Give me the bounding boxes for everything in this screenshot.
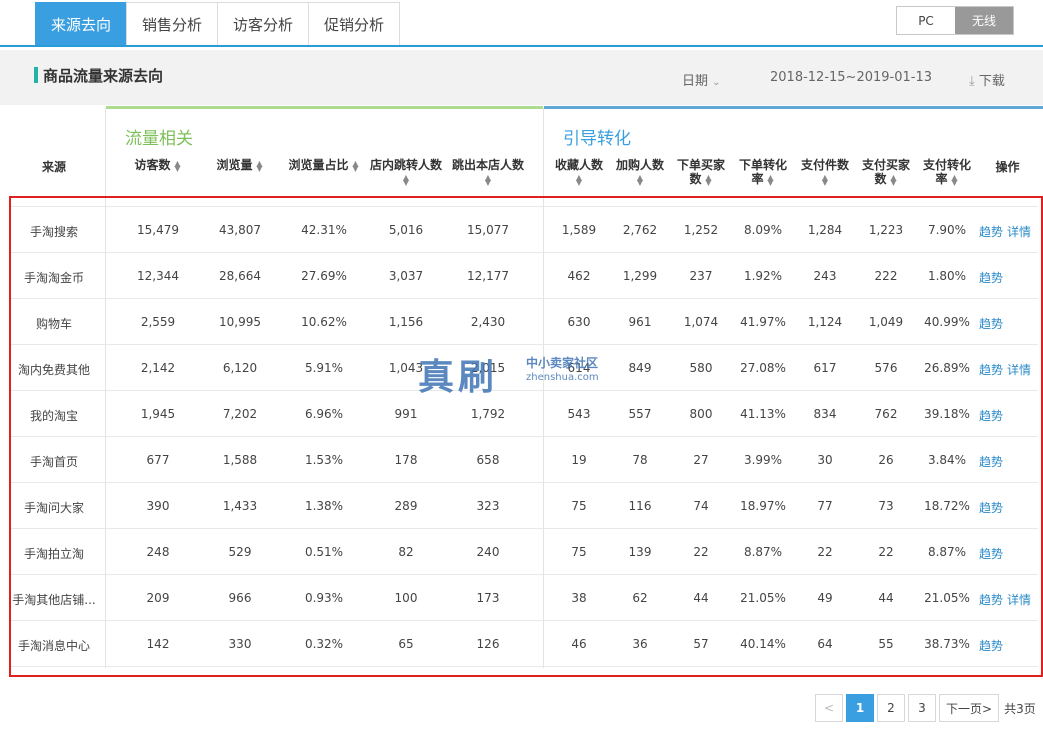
guide-group-bar (544, 106, 1043, 109)
col-order-conv-label-2: 率 (751, 172, 764, 186)
col-add-cart[interactable]: 加购人数 ▲ ▼ (610, 158, 670, 186)
download-icon: ⤓ (969, 74, 975, 89)
tab-promo-analysis[interactable]: 促销分析 (308, 2, 401, 45)
col-add-cart-label: 加购人数 (615, 158, 664, 172)
sort-icon: ▲ ▼ (575, 172, 583, 187)
watermark-big: 真刷 (418, 357, 499, 398)
col-paid-items[interactable]: 支付件数 ▲ ▼ (794, 158, 856, 186)
watermark-en: zhenshua.com (526, 372, 599, 383)
col-store-jump[interactable]: 店内跳转人数 ▲ ▼ (366, 158, 446, 186)
col-ops: 操作 (995, 160, 1020, 174)
col-visitors[interactable]: 访客数 ▲ ▼ (118, 158, 198, 172)
col-pageviews-label: 浏览量 (216, 158, 253, 172)
download-label: 下载 (978, 74, 1005, 89)
col-pv-share-label: 浏览量占比 (288, 158, 349, 172)
col-favorites-label: 收藏人数 (554, 158, 603, 172)
device-toggle: PC 无线 (896, 6, 1014, 35)
col-paid-buyers[interactable]: 支付买家数 ▲ ▼ (855, 158, 917, 186)
col-paid-conv-label-2: 率 (935, 172, 948, 186)
title-accent-bar (34, 67, 38, 83)
col-paid-buyers-label-2: 数 (874, 172, 887, 186)
tab-visitor-analysis[interactable]: 访客分析 (217, 2, 310, 45)
sort-icon: ▲ ▼ (636, 172, 644, 187)
watermark-cn: 中小卖家社区 (526, 356, 599, 370)
col-order-buyers-label: 下单买家 (676, 158, 725, 172)
page-3-button[interactable]: 3 (908, 694, 936, 722)
tab-source-flow[interactable]: 来源去向 (35, 2, 128, 45)
device-pc-button[interactable]: PC (897, 7, 955, 34)
sort-icon: ▲ ▼ (174, 158, 181, 173)
highlight-box (9, 196, 1043, 677)
sort-icon: ▲ ▼ (951, 172, 958, 187)
col-order-conv[interactable]: 下单转化率 ▲ ▼ (732, 158, 794, 186)
page-title: 商品流量来源去向 (43, 67, 164, 85)
col-order-buyers[interactable]: 下单买家数 ▲ ▼ (670, 158, 732, 186)
col-paid-items-label: 支付件数 (800, 158, 849, 172)
guide-group-label: 引导转化 (563, 129, 631, 149)
col-pv-share[interactable]: 浏览量占比 ▲ ▼ (282, 158, 366, 172)
tab-list: 来源去向 销售分析 访客分析 促销分析 (35, 2, 401, 45)
chevron-down-icon: ⌄ (712, 77, 721, 88)
flow-group-label: 流量相关 (125, 129, 193, 149)
flow-group-bar (106, 106, 543, 109)
col-favorites[interactable]: 收藏人数 ▲ ▼ (548, 158, 610, 186)
col-source: 来源 (41, 160, 66, 174)
col-order-buyers-label-2: 数 (689, 172, 702, 186)
sort-icon: ▲ ▼ (821, 172, 829, 187)
col-pageviews[interactable]: 浏览量 ▲ ▼ (200, 158, 280, 172)
pagination: < 1 2 3 下一页> 共3页 (815, 694, 1036, 722)
sort-icon: ▲ ▼ (705, 172, 712, 187)
col-order-conv-label: 下单转化 (738, 158, 787, 172)
sort-icon: ▲ ▼ (352, 158, 359, 173)
sort-icon: ▲ ▼ (890, 172, 897, 187)
watermark-logo: 真刷 中小卖家社区 zhenshua.com (418, 348, 648, 398)
device-wireless-button[interactable]: 无线 (955, 7, 1013, 34)
sort-icon: ▲ ▼ (402, 172, 410, 187)
top-tab-bar: 来源去向 销售分析 访客分析 促销分析 PC 无线 (0, 0, 1043, 47)
date-label: 日期 (682, 74, 709, 89)
col-store-jump-label: 店内跳转人数 (369, 158, 442, 172)
col-visitors-label: 访客数 (134, 158, 171, 172)
total-pages: 共3页 (1004, 701, 1036, 716)
date-range: 2018-12-15~2019-01-13 (770, 70, 932, 85)
sort-icon: ▲ ▼ (256, 158, 263, 173)
prev-page-button[interactable]: < (815, 694, 843, 722)
sort-icon: ▲ ▼ (484, 172, 492, 187)
download-button[interactable]: ⤓ 下载 (969, 70, 1005, 89)
col-exit-label: 跳出本店人数 (451, 158, 524, 172)
section-header: 商品流量来源去向 日期 ⌄ 2018-12-15~2019-01-13 ⤓ 下载 (0, 50, 1043, 105)
page-1-button[interactable]: 1 (846, 694, 874, 722)
col-paid-buyers-label: 支付买家 (861, 158, 910, 172)
col-exit[interactable]: 跳出本店人数 ▲ ▼ (447, 158, 529, 186)
col-paid-conv[interactable]: 支付转化率 ▲ ▼ (916, 158, 978, 186)
sort-icon: ▲ ▼ (767, 172, 774, 187)
tab-sales-analysis[interactable]: 销售分析 (126, 2, 219, 45)
next-page-button[interactable]: 下一页> (939, 694, 1000, 722)
page-2-button[interactable]: 2 (877, 694, 905, 722)
col-paid-conv-label: 支付转化 (922, 158, 971, 172)
date-dropdown[interactable]: 日期 ⌄ (682, 70, 721, 89)
